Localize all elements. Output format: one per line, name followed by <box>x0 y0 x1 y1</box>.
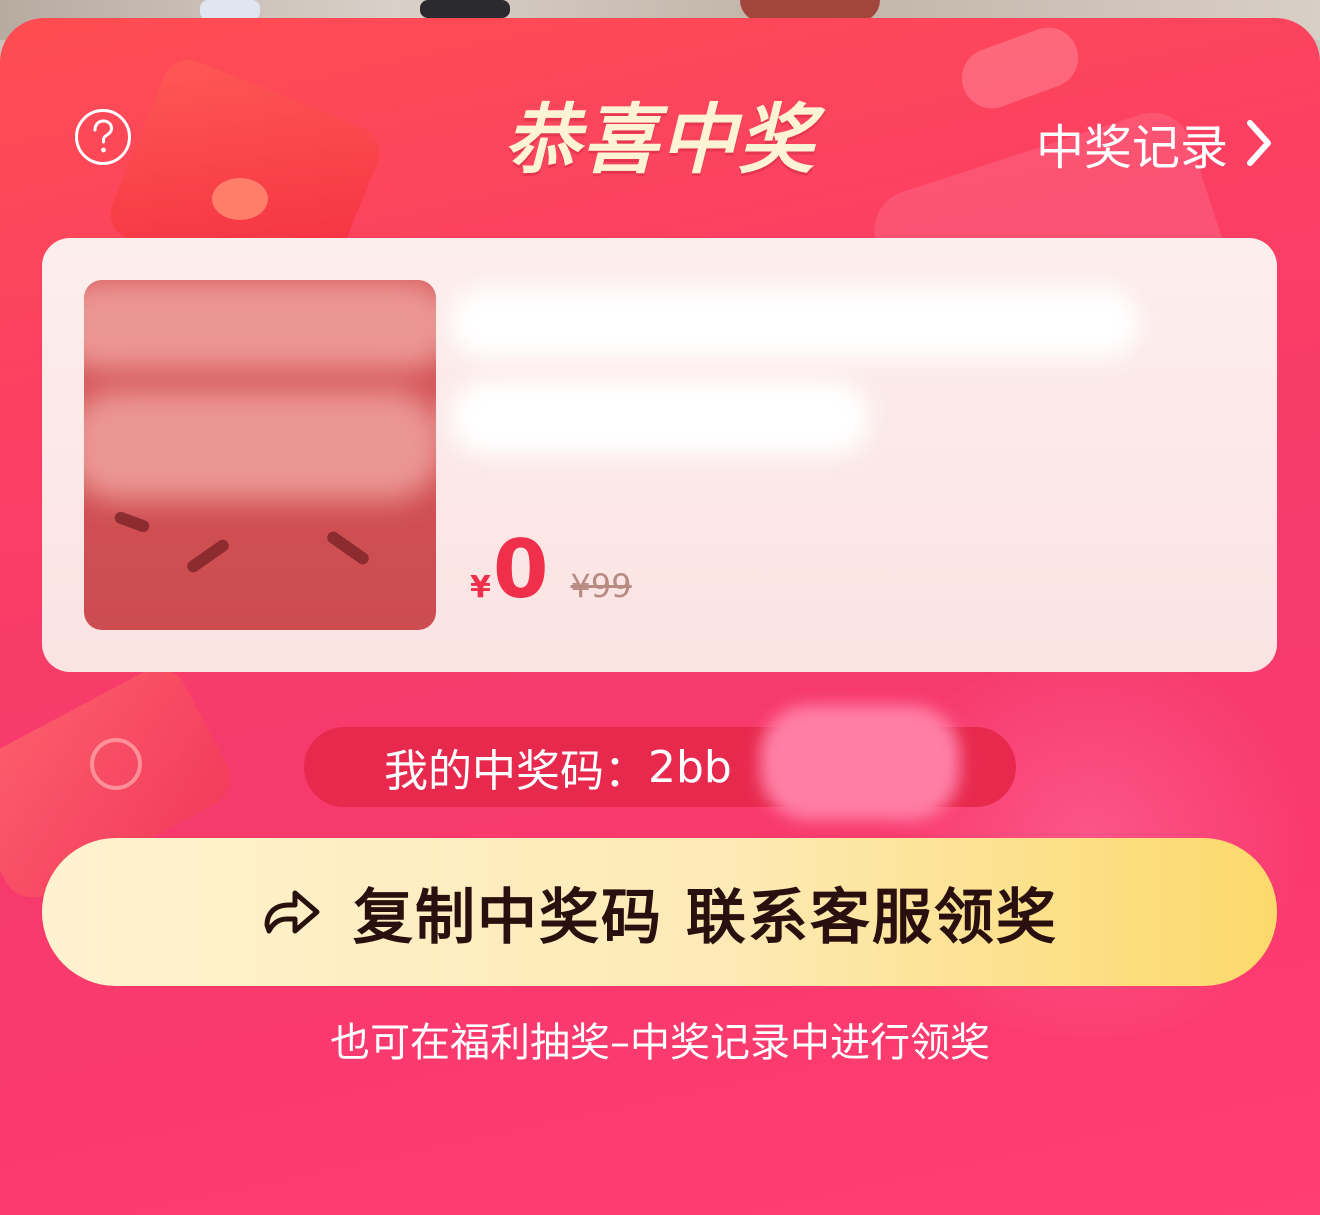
decorative-shape <box>212 178 268 220</box>
prize-code-redaction <box>760 705 960 820</box>
original-price: ¥99 <box>570 567 632 605</box>
image-detail <box>184 537 232 575</box>
image-blur <box>84 390 436 500</box>
prize-code-value: 2bb <box>648 741 732 793</box>
image-detail <box>324 529 372 567</box>
background-object <box>420 0 510 18</box>
claim-hint-text: 也可在福利抽奖–中奖记录中进行领奖 <box>330 1020 990 1066</box>
copy-code-contact-service-button[interactable]: 复制中奖码 联系客服领奖 <box>42 838 1277 986</box>
prize-records-link[interactable]: 中奖记录 <box>1036 108 1278 178</box>
decorative-shape <box>90 738 142 790</box>
prize-price: ¥ 0 ¥99 <box>470 530 632 610</box>
help-icon[interactable] <box>74 108 132 166</box>
prize-image <box>84 280 436 630</box>
prize-records-label: 中奖记录 <box>1035 120 1228 176</box>
chevron-right-icon <box>1247 120 1271 166</box>
prize-name-redacted <box>450 288 1140 358</box>
current-price: 0 <box>492 523 549 616</box>
image-detail <box>113 510 151 534</box>
currency-symbol: ¥ <box>470 570 491 605</box>
background-object <box>200 0 260 20</box>
cta-label: 复制中奖码 联系客服领奖 <box>353 882 1058 953</box>
page-title: 恭喜中奖 <box>504 95 816 184</box>
decorative-shape <box>953 19 1087 117</box>
image-blur <box>84 280 436 370</box>
prize-desc-redacted <box>450 380 870 456</box>
prize-code-label: 我的中奖码： <box>384 746 648 797</box>
share-icon <box>264 890 320 934</box>
